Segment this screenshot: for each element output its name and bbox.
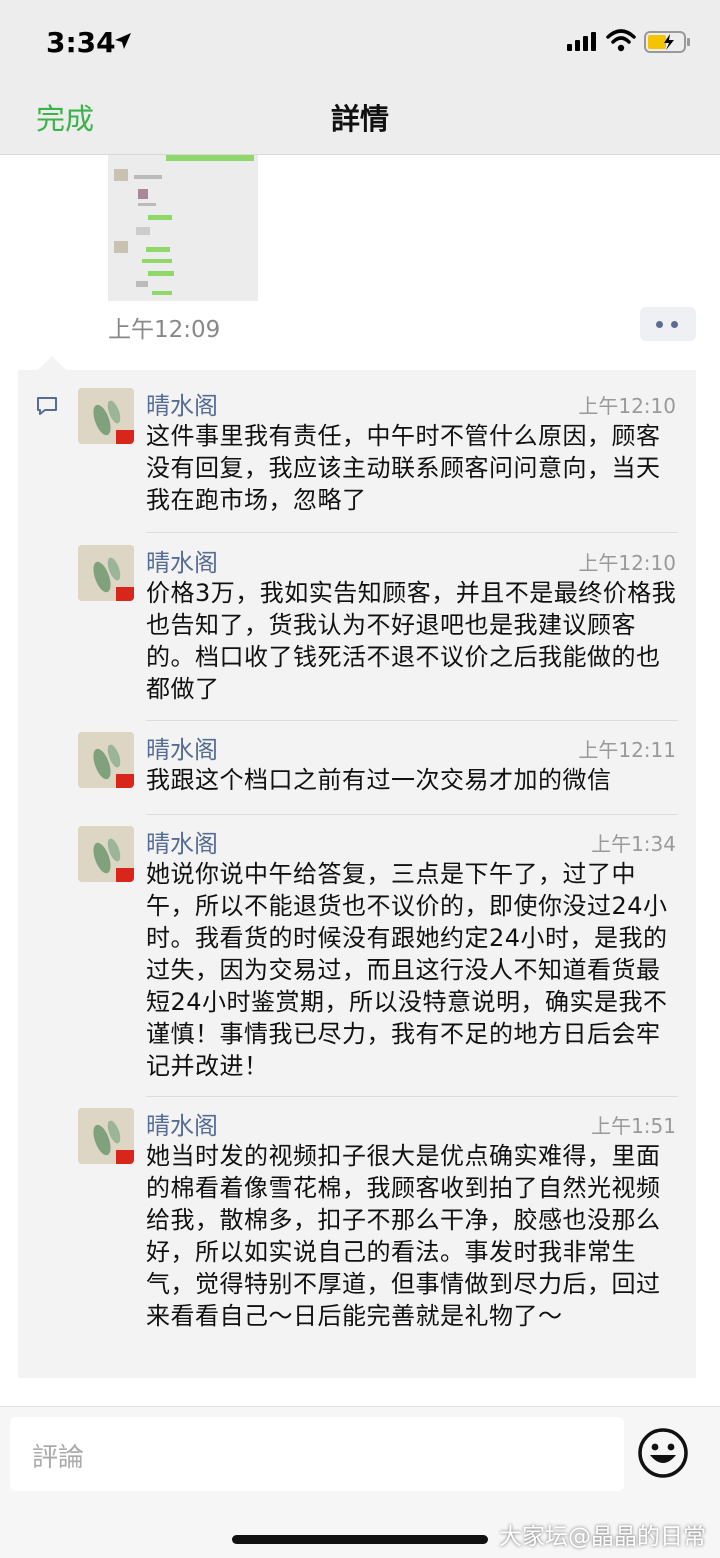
comment-item: 晴水阁 上午12:11 我跟这个档口之前有过一次交易才加的微信 <box>78 716 678 806</box>
cellular-signal-icon <box>567 32 596 51</box>
comment-text: 价格3万，我如实告知顾客，并且不是最终价格我也告知了，货我认为不好退吧也是我建议… <box>146 579 677 703</box>
watermark: 大家坛@晶晶的日常 <box>499 1524 706 1550</box>
home-indicator[interactable] <box>232 1535 488 1544</box>
comment-text: 她说你说中午给答复，三点是下午了，过了中午，所以不能退货也不议价的，即使你没过2… <box>146 860 668 1080</box>
post-timestamp: 上午12:09 <box>108 317 221 343</box>
chat-screenshot-image <box>114 155 254 295</box>
flag-icon <box>116 587 134 601</box>
comment-item: 晴水阁 上午1:51 她当时发的视频扣子很大是优点确实难得，里面的棉看着像雪花棉… <box>78 1092 678 1372</box>
battery-icon <box>644 31 690 53</box>
comment-icon <box>37 397 57 415</box>
wifi-icon <box>606 29 636 52</box>
commenter-name[interactable]: 晴水阁 <box>146 386 218 421</box>
comment-item: 晴水阁 上午12:10 这件事里我有责任，中午时不管什么原因，顾客没有回复，我应… <box>78 372 678 514</box>
avatar[interactable] <box>78 732 134 788</box>
avatar[interactable] <box>78 826 134 882</box>
avatar[interactable] <box>78 388 134 444</box>
comment-input-bar: 評論 大家坛@晶晶的日常 <box>0 1406 720 1558</box>
location-arrow-icon <box>115 33 131 49</box>
comment-item: 晴水阁 上午12:10 价格3万，我如实告知顾客，并且不是最终价格我也告知了，货… <box>78 529 678 709</box>
comment-text: 她当时发的视频扣子很大是优点确实难得，里面的棉看着像雪花棉，我顾客收到拍了自然光… <box>146 1142 661 1330</box>
status-time: 3:34 <box>46 26 116 59</box>
comment-time: 上午1:51 <box>591 1114 676 1138</box>
emoji-icon[interactable] <box>637 1427 689 1479</box>
commenter-name[interactable]: 晴水阁 <box>146 543 218 578</box>
top-bar: 3:34 完成 詳情 <box>0 0 720 155</box>
commenter-name[interactable]: 晴水阁 <box>146 1106 218 1141</box>
comment-time: 上午12:10 <box>578 551 676 575</box>
comment-text: 这件事里我有责任，中午时不管什么原因，顾客没有回复，我应该主动联系顾客问问意向，… <box>146 422 661 514</box>
comment-time: 上午12:10 <box>578 394 676 418</box>
comment-input[interactable]: 評論 <box>10 1417 624 1491</box>
post-image-thumbnail[interactable] <box>108 155 258 301</box>
dot-icon <box>671 321 678 328</box>
commenter-name[interactable]: 晴水阁 <box>146 730 218 765</box>
more-options-button[interactable] <box>640 307 696 341</box>
flag-icon <box>116 868 134 882</box>
comments-pointer <box>38 356 66 370</box>
comment-time: 上午1:34 <box>591 832 676 856</box>
page-title: 詳情 <box>330 102 389 136</box>
flag-icon <box>116 1150 134 1164</box>
dot-icon <box>656 321 663 328</box>
flag-icon <box>116 430 134 444</box>
commenter-name[interactable]: 晴水阁 <box>146 824 218 859</box>
avatar[interactable] <box>78 1108 134 1164</box>
comment-item: 晴水阁 上午1:34 她说你说中午给答复，三点是下午了，过了中午，所以不能退货也… <box>78 810 678 1090</box>
comment-text: 我跟这个档口之前有过一次交易才加的微信 <box>146 766 612 794</box>
avatar[interactable] <box>78 545 134 601</box>
comment-time: 上午12:11 <box>578 738 676 762</box>
flag-icon <box>116 774 134 788</box>
